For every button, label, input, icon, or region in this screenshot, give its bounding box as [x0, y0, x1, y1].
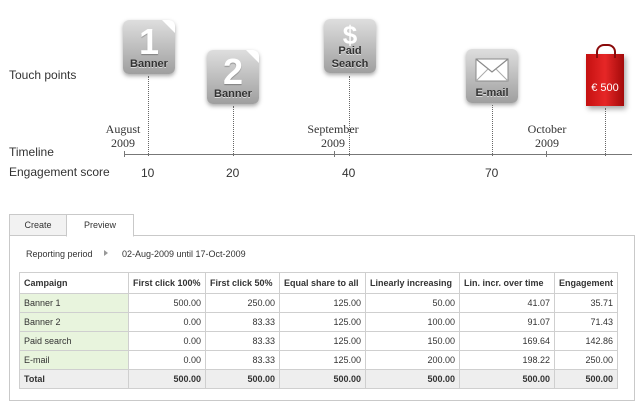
table-total-row: Total 500.00 500.00 500.00 500.00 500.00…	[19, 369, 619, 389]
table-cell: 125.00	[279, 350, 366, 370]
table-cell: 83.33	[205, 350, 280, 370]
table-header-row: Campaign First click 100% First click 50…	[19, 272, 619, 294]
touchpoint-caption: Search	[331, 58, 369, 70]
table-row[interactable]: Paid search 0.00 83.33 125.00 150.00 169…	[19, 331, 619, 351]
table-cell: 0.00	[128, 350, 206, 370]
report-panel: Reporting period 02-Aug-2009 until 17-Oc…	[9, 235, 635, 401]
month-label-august: August 2009	[105, 122, 141, 150]
table-cell: 125.00	[279, 293, 366, 313]
table-cell: 91.07	[459, 312, 555, 332]
tab-preview[interactable]: Preview	[66, 214, 134, 237]
table-row[interactable]: Banner 1 500.00 250.00 125.00 50.00 41.0…	[19, 293, 619, 313]
attribution-table: Campaign First click 100% First click 50…	[19, 272, 619, 389]
document-1-icon: 1 Banner	[123, 20, 175, 74]
total-label: Total	[19, 369, 129, 389]
engagement-score-value: 10	[141, 166, 155, 180]
reporting-period-value: 02-Aug-2009 until 17-Oct-2009	[122, 249, 246, 259]
table-cell: 125.00	[279, 331, 366, 351]
table-cell: 71.43	[553, 312, 619, 332]
engagement-score-label: Engagement score	[9, 165, 110, 179]
engagement-score-value: 20	[226, 166, 240, 180]
table-cell: 500.00	[128, 293, 206, 313]
table-cell: 200.00	[365, 350, 460, 370]
total-cell: 500.00	[279, 369, 366, 389]
touchpoint-timeline-diagram: Touch points Timeline Engagement score 1…	[0, 0, 642, 200]
touchpoint-connector	[233, 106, 234, 156]
tab-create[interactable]: Create	[9, 214, 67, 236]
reporting-period: Reporting period 02-Aug-2009 until 17-Oc…	[26, 249, 246, 259]
column-header[interactable]: Lin. incr. over time	[459, 272, 555, 294]
conversion-connector	[605, 108, 606, 156]
total-cell: 500.00	[553, 369, 619, 389]
table-cell: 250.00	[205, 293, 280, 313]
campaign-name: E-mail	[19, 350, 129, 370]
engagement-score-value: 70	[485, 166, 499, 180]
touch-points-label: Touch points	[9, 68, 77, 82]
total-cell: 500.00	[365, 369, 460, 389]
table-cell: 35.71	[553, 293, 619, 313]
reporting-period-label: Reporting period	[26, 249, 93, 259]
column-header[interactable]: Linearly increasing	[365, 272, 460, 294]
touchpoint-caption: Banner	[130, 58, 168, 70]
table-cell: 83.33	[205, 312, 280, 332]
paid-search-icon: $ Paid Search	[324, 19, 376, 73]
table-cell: 142.86	[553, 331, 619, 351]
total-cell: 500.00	[205, 369, 280, 389]
table-cell: 100.00	[365, 312, 460, 332]
table-cell: 50.00	[365, 293, 460, 313]
campaign-name: Paid search	[19, 331, 129, 351]
campaign-name: Banner 2	[19, 312, 129, 332]
touchpoint-connector	[492, 105, 493, 156]
month-label-september: September 2009	[307, 122, 359, 150]
table-row[interactable]: Banner 2 0.00 83.33 125.00 100.00 91.07 …	[19, 312, 619, 332]
arrow-right-icon	[104, 250, 108, 256]
total-cell: 500.00	[459, 369, 555, 389]
table-cell: 198.22	[459, 350, 555, 370]
table-cell: 169.64	[459, 331, 555, 351]
envelope-icon: E-mail	[466, 49, 518, 103]
conversion-price: € 500	[591, 82, 619, 94]
column-header[interactable]: Campaign	[19, 272, 129, 294]
document-2-icon: 2 Banner	[207, 50, 259, 104]
month-label-october: October 2009	[527, 122, 567, 150]
table-cell: 41.07	[459, 293, 555, 313]
timeline-label: Timeline	[9, 145, 54, 159]
timeline-tick	[124, 151, 125, 157]
total-cell: 500.00	[128, 369, 206, 389]
table-cell: 150.00	[365, 331, 460, 351]
envelope-glyph	[475, 58, 509, 82]
table-cell: 125.00	[279, 312, 366, 332]
column-header[interactable]: First click 50%	[205, 272, 280, 294]
campaign-name: Banner 1	[19, 293, 129, 313]
column-header[interactable]: Engagement	[553, 272, 619, 294]
table-cell: 0.00	[128, 331, 206, 351]
table-cell: 83.33	[205, 331, 280, 351]
touchpoint-caption: E-mail	[475, 87, 509, 99]
touchpoint-caption: Paid	[338, 45, 362, 57]
engagement-score-value: 40	[342, 166, 356, 180]
table-row[interactable]: E-mail 0.00 83.33 125.00 200.00 198.22 2…	[19, 350, 619, 370]
timeline-axis	[124, 154, 632, 155]
shopping-bag-icon: € 500	[586, 44, 624, 106]
column-header[interactable]: First click 100%	[128, 272, 206, 294]
column-header[interactable]: Equal share to all	[279, 272, 366, 294]
touchpoint-caption: Banner	[214, 88, 252, 100]
table-cell: 0.00	[128, 312, 206, 332]
timeline-tick	[546, 151, 547, 157]
table-cell: 250.00	[553, 350, 619, 370]
timeline-tick	[334, 151, 335, 157]
